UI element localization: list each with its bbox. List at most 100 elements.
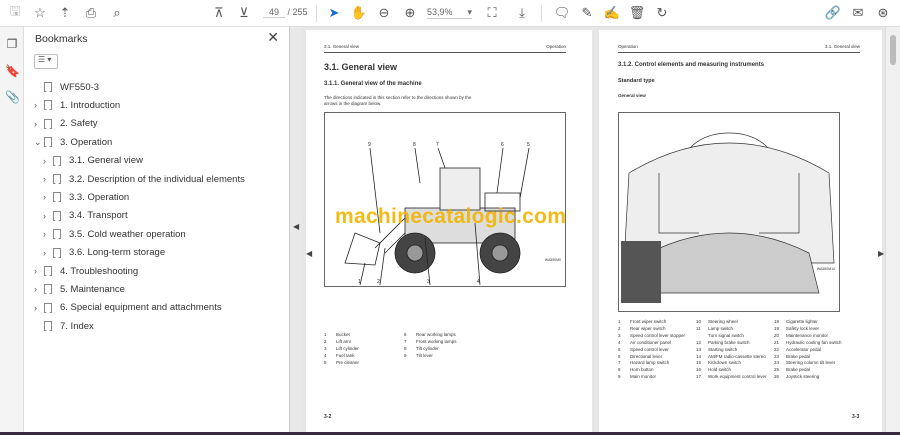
chevron-icon[interactable]: › — [43, 174, 53, 184]
chevron-icon[interactable]: › — [34, 266, 44, 276]
chevron-icon[interactable]: › — [43, 211, 53, 221]
legend-number: 22 — [774, 346, 780, 352]
chevron-icon[interactable]: › — [34, 119, 44, 129]
toolbar: 🖫 ☆ ⇡ ⎙ ⌕ ⊼ ⊻ / 255 ➤ ✋ ⊖ ⊕ 53,9% ▾ ⛶ ⤓ … — [0, 0, 900, 27]
share-link-icon[interactable]: 🔗 — [824, 4, 842, 22]
bookmark-item[interactable]: › 3.2. Description of the individual elem… — [43, 171, 245, 187]
delete-icon[interactable]: 🗑 — [628, 4, 646, 22]
collapse-panel-handle[interactable]: ◀ — [290, 27, 302, 435]
page-header-right: Operation — [546, 44, 566, 49]
bookmark-item[interactable]: › 2. Safety — [34, 116, 98, 132]
attachments-icon[interactable]: 📎 — [5, 90, 20, 104]
select-cursor-icon[interactable]: ➤ — [325, 4, 343, 22]
legend-number: 26 — [774, 374, 780, 380]
bookmark-item[interactable]: › 3.4. Transport — [43, 208, 128, 224]
upload-cloud-icon[interactable]: ⇡ — [56, 4, 74, 22]
highlight-pen-icon[interactable]: ✎ — [578, 4, 596, 22]
bookmark-item[interactable]: › 3.5. Cold weather operation — [43, 226, 186, 242]
chevron-icon[interactable]: › — [43, 229, 53, 239]
bookmark-icon — [44, 82, 52, 92]
legend-label: Horn button — [630, 367, 654, 373]
legend-label: Kickdown switch — [708, 360, 742, 366]
legend-row: 8 Horn button — [618, 367, 685, 374]
bookmark-item[interactable]: › 3.6. Long-term storage — [43, 245, 165, 261]
bookmark-label: 3.2. Description of the individual eleme… — [69, 173, 245, 185]
bookmarks-icon[interactable]: 🔖 — [5, 64, 20, 78]
scroll-mode-icon[interactable]: ⤓ — [513, 4, 531, 22]
account-icon[interactable]: ⊛ — [874, 4, 892, 22]
legend-label: Joystick steering — [786, 374, 820, 380]
fit-page-icon[interactable]: ⛶ — [483, 4, 501, 22]
chevron-icon[interactable]: › — [34, 100, 44, 110]
page-number-input[interactable] — [263, 7, 285, 18]
bookmark-star-icon[interactable]: ☆ — [31, 4, 49, 22]
sign-icon[interactable]: ✍ — [603, 4, 621, 22]
next-page-icon[interactable]: ⊻ — [235, 4, 253, 22]
bookmark-item[interactable]: ⌄ 3. Operation — [34, 134, 112, 150]
vertical-scrollbar[interactable] — [885, 27, 900, 435]
zoom-select[interactable]: 53,9% ▾ — [427, 7, 472, 19]
legend-number: 11 — [696, 325, 701, 331]
chevron-icon[interactable]: ⌄ — [34, 137, 44, 148]
legend-number: 6 — [404, 332, 407, 337]
save-icon[interactable]: 🖫 — [6, 3, 24, 22]
zoom-in-icon[interactable]: ⊕ — [401, 4, 419, 22]
subsection-title: 3.1.2. Control elements and measuring in… — [618, 62, 765, 68]
rotate-icon[interactable]: ↻ — [653, 4, 671, 22]
bookmark-item[interactable]: › 3.1. General view — [43, 153, 143, 169]
zoom-out-icon[interactable]: ⊖ — [375, 4, 393, 22]
legend-number: 24 — [774, 360, 780, 366]
bookmark-label: 7. Index — [60, 320, 94, 332]
legend-number: 1 — [324, 332, 327, 337]
document-view: 3.1. General view Operation 3.1. General… — [302, 27, 885, 435]
bookmark-label: 4. Troubleshooting — [60, 265, 139, 277]
comment-icon[interactable]: 🗨 — [553, 4, 571, 22]
legend-number: 13 — [696, 346, 702, 352]
bookmark-item[interactable]: › 4. Troubleshooting — [34, 263, 138, 279]
legend-col-2: 6 Rear working lamps 7 Front working lamps 8… — [404, 332, 457, 360]
chevron-icon[interactable]: › — [43, 192, 53, 202]
svg-text:9: 9 — [368, 142, 371, 148]
chevron-icon[interactable]: › — [34, 284, 44, 294]
page-thumbnails-icon[interactable]: ❐ — [5, 37, 19, 51]
bookmark-item[interactable]: WF550-3 — [34, 79, 99, 95]
legend-col-2: 10 Steering wheel 11 Lamp switch Turn signal… — [696, 319, 766, 381]
legend-label: Directional lever — [630, 353, 663, 359]
close-icon[interactable]: ✕ — [267, 29, 279, 46]
type-heading: Standard type — [618, 78, 655, 84]
bookmark-item[interactable]: › 5. Maintenance — [34, 281, 125, 297]
legend-row: 1 Front wiper switch — [618, 319, 685, 326]
svg-text:8: 8 — [413, 142, 416, 148]
bookmark-item[interactable]: › 1. Introduction — [34, 97, 120, 113]
bookmark-icon — [44, 266, 52, 276]
watermark: machinecatalogic.com — [335, 205, 567, 228]
bookmark-item[interactable]: › 6. Special equipment and attachments — [34, 300, 222, 316]
search-icon[interactable]: ⌕ — [108, 4, 126, 22]
hand-tool-icon[interactable]: ✋ — [350, 4, 368, 22]
bookmark-icon — [44, 100, 52, 111]
legend-row: 16 Hold switch — [696, 367, 766, 374]
intro-text: The directions indicated in this section… — [324, 95, 472, 106]
bookmark-options-button[interactable]: ☰ ▾ — [34, 54, 58, 69]
previous-page-icon[interactable]: ⊼ — [210, 4, 228, 22]
legend-row: 3 Lift cylinder — [324, 346, 359, 353]
chevron-icon[interactable]: › — [34, 303, 44, 313]
bookmark-icon — [53, 210, 61, 221]
legend-label: Air conditioner panel — [630, 339, 672, 345]
bookmark-icon — [44, 321, 52, 332]
chevron-icon[interactable]: › — [43, 248, 53, 258]
print-icon[interactable]: ⎙ — [82, 4, 100, 22]
email-icon[interactable]: ✉ — [849, 4, 867, 22]
bookmark-item[interactable]: › 3.3. Operation — [43, 189, 129, 205]
next-page-arrow-icon[interactable]: ▶ — [878, 249, 884, 258]
legend-col-1: 1 Front wiper switch 2 Rear wiper switch 3 Sp… — [618, 319, 685, 381]
legend-row: 6 Directional lever — [618, 354, 685, 361]
legend-row: 19 Safety lock lever — [774, 326, 842, 333]
legend-label: Lift cylinder — [336, 345, 359, 351]
bookmark-icon — [53, 192, 61, 203]
machine-diagram: 9 8 7 6 5 1 2 3 4 WA550M0 — [324, 112, 566, 287]
bookmark-item[interactable]: 7. Index — [34, 318, 94, 334]
legend-number: 16 — [696, 367, 702, 373]
prev-page-arrow-icon[interactable]: ◀ — [306, 249, 312, 258]
chevron-icon[interactable]: › — [43, 156, 53, 166]
